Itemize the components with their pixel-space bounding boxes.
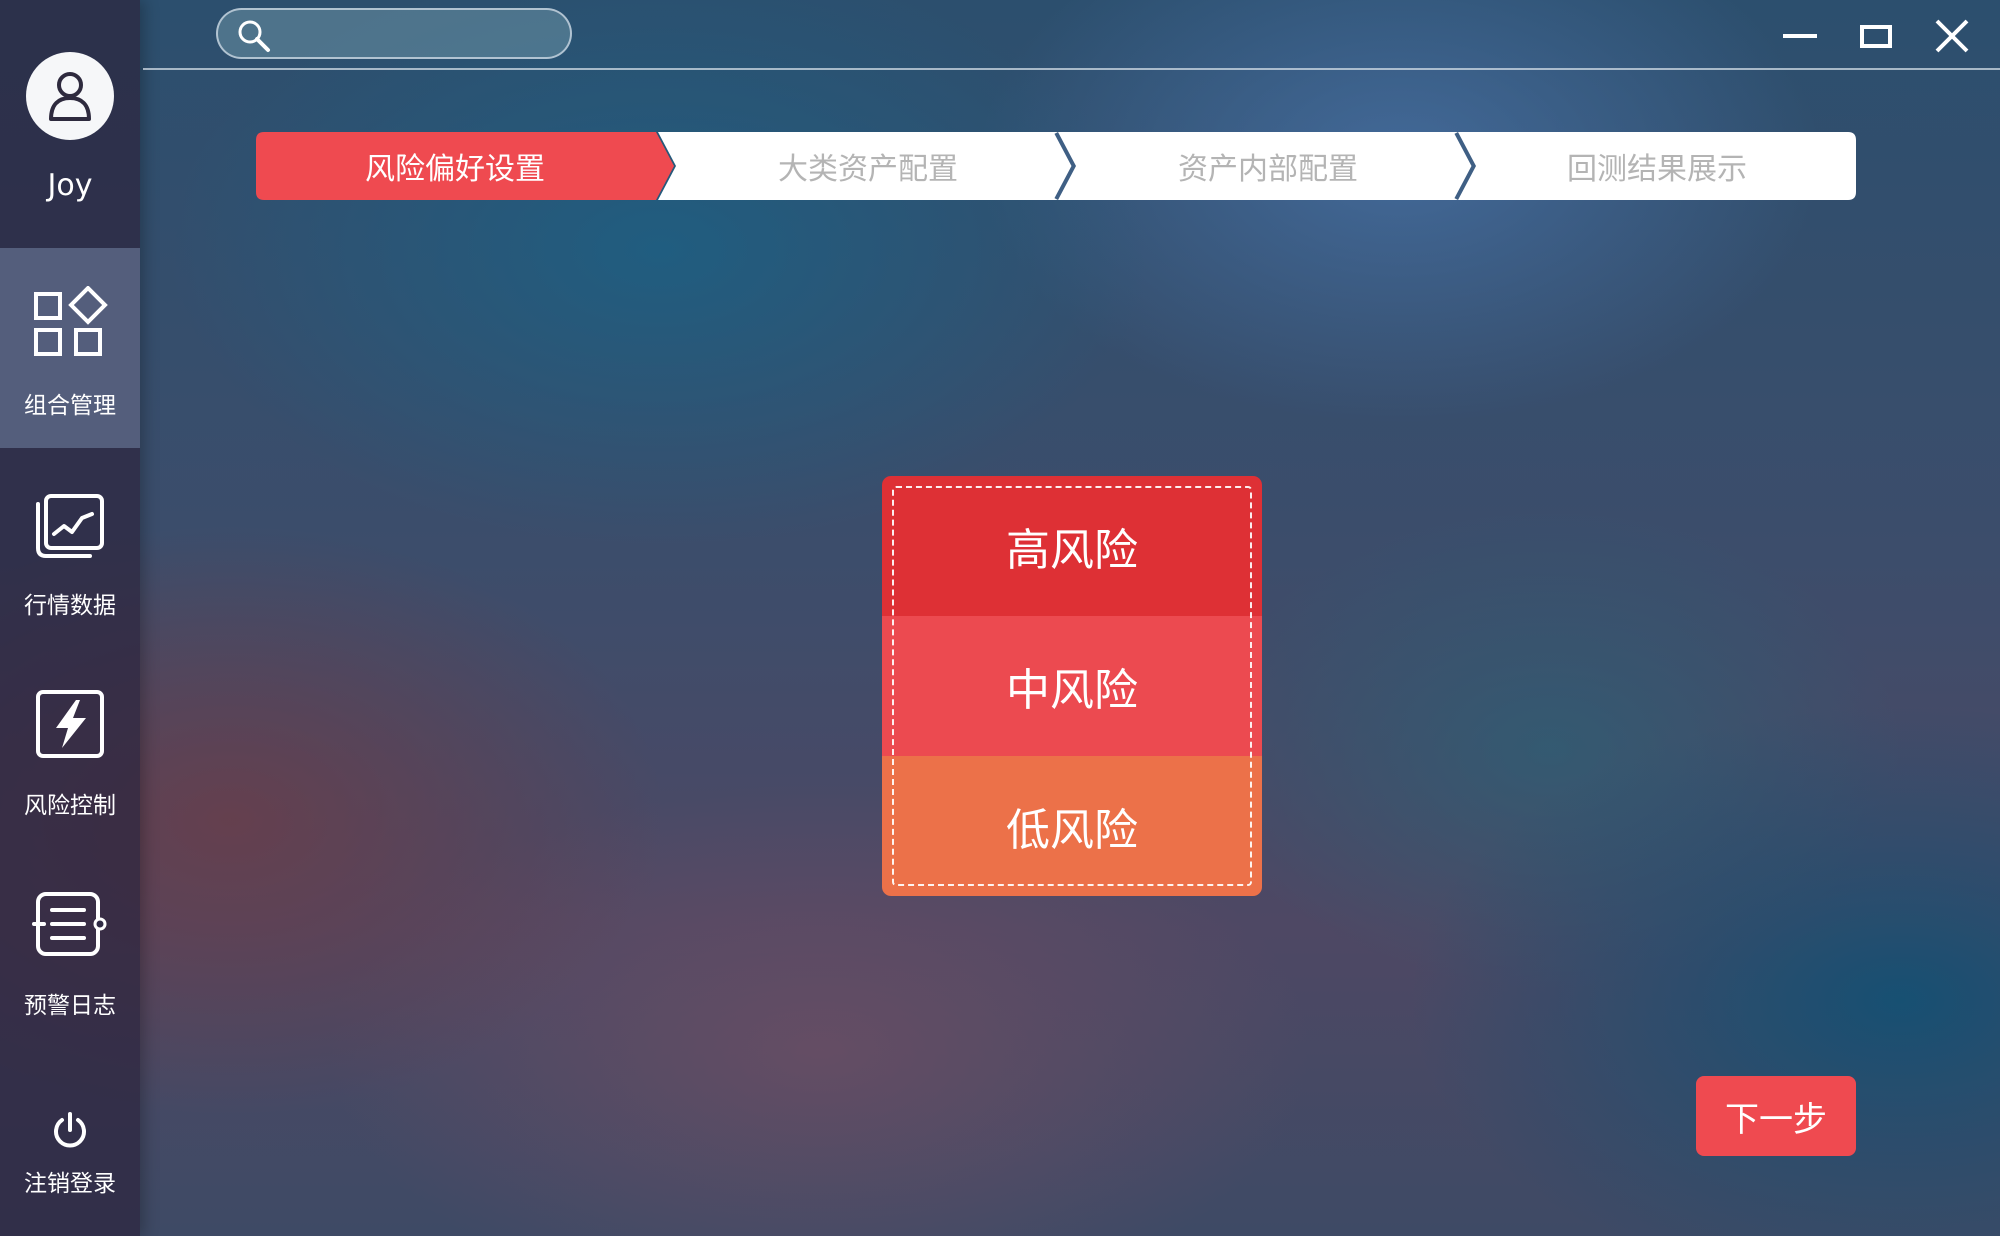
step-backtest-results[interactable]: 回测结果展示 <box>1458 132 1856 200</box>
step-progress-bar: 风险偏好设置 大类资产配置 资产内部配置 回测结果展示 <box>256 132 1856 200</box>
close-icon <box>1935 19 1969 53</box>
risk-option-label: 中风险 <box>1006 665 1138 716</box>
search-box[interactable] <box>216 8 572 59</box>
user-profile: Joy <box>0 0 140 248</box>
sidebar-item-label: 预警日志 <box>24 993 116 1019</box>
minimize-icon <box>1783 34 1817 38</box>
grid-icon <box>34 286 108 356</box>
step-internal-asset-allocation[interactable]: 资产内部配置 <box>1058 132 1478 200</box>
user-icon <box>49 72 91 121</box>
step-label: 大类资产配置 <box>778 152 958 187</box>
power-icon <box>54 1112 86 1148</box>
risk-option-high[interactable]: 高风险 <box>882 476 1262 616</box>
username: Joy <box>47 168 93 203</box>
step-label: 回测结果展示 <box>1567 152 1747 187</box>
maximize-icon <box>1860 25 1892 48</box>
avatar[interactable] <box>26 52 114 140</box>
sidebar-item-portfolio-management[interactable]: 组合管理 <box>0 248 140 448</box>
risk-option-label: 高风险 <box>1006 525 1138 576</box>
sidebar-item-label: 组合管理 <box>24 393 116 419</box>
sidebar-item-risk-control[interactable]: 风险控制 <box>0 648 140 848</box>
sidebar-item-alert-log[interactable]: 预警日志 <box>0 848 140 1048</box>
logout-button[interactable]: 注销登录 <box>0 1100 140 1210</box>
search-icon <box>238 20 270 52</box>
minimize-button[interactable] <box>1778 14 1822 58</box>
sidebar-item-market-data[interactable]: 行情数据 <box>0 448 140 648</box>
risk-option-label: 低风险 <box>1006 805 1138 856</box>
step-label: 风险偏好设置 <box>365 152 545 187</box>
sidebar-item-label: 风险控制 <box>24 793 116 819</box>
sidebar: Joy 组合管理 行情数据 风险控制 预警日志 注销登录 <box>0 0 140 1236</box>
sidebar-item-label: 行情数据 <box>24 593 116 619</box>
lightning-icon <box>36 690 104 758</box>
chart-icon <box>36 494 104 558</box>
step-asset-class-allocation[interactable]: 大类资产配置 <box>658 132 1078 200</box>
step-risk-preference[interactable]: 风险偏好设置 <box>256 132 676 200</box>
step-label: 资产内部配置 <box>1178 152 1358 187</box>
search-input[interactable] <box>280 16 560 52</box>
risk-level-selector: 高风险 中风险 低风险 <box>882 476 1262 896</box>
logout-label: 注销登录 <box>24 1171 116 1197</box>
maximize-button[interactable] <box>1854 14 1898 58</box>
next-step-button[interactable]: 下一步 <box>1696 1076 1856 1156</box>
risk-option-low[interactable]: 低风险 <box>882 756 1262 896</box>
list-icon <box>32 892 107 956</box>
risk-option-medium[interactable]: 中风险 <box>882 616 1262 756</box>
close-button[interactable] <box>1930 14 1974 58</box>
top-divider <box>143 68 2000 70</box>
